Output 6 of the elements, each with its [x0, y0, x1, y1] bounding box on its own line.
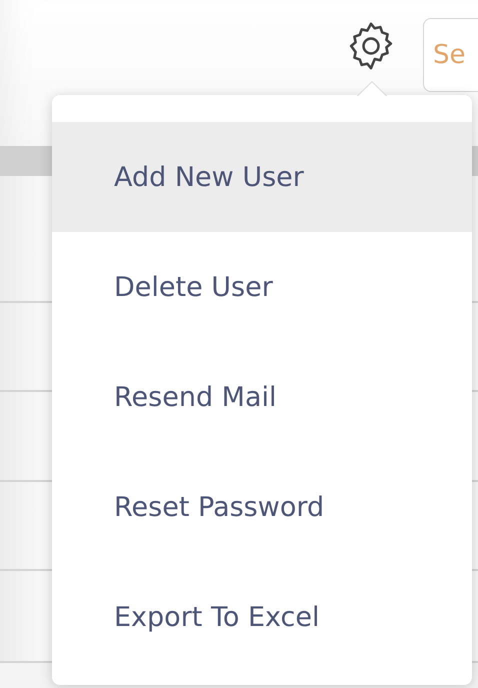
menu-item[interactable]: Delete User: [52, 232, 472, 342]
menu-item[interactable]: Reset Password: [52, 452, 472, 562]
menu-item[interactable]: Export To Excel: [52, 562, 472, 672]
menu-item[interactable]: Resend Mail: [52, 342, 472, 452]
search-field[interactable]: Se: [423, 18, 478, 92]
menu-item[interactable]: Add New User: [52, 122, 472, 232]
